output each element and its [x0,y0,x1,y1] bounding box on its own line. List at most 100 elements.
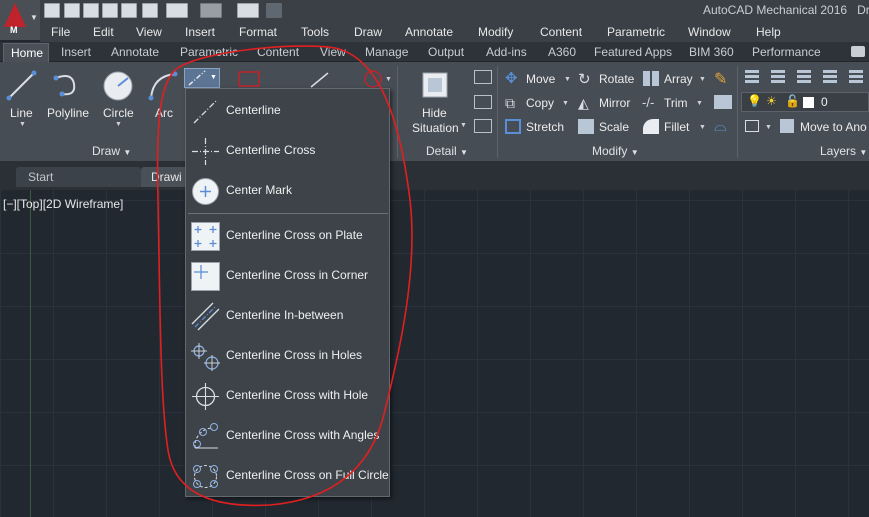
ribbon-minimize-icon[interactable] [851,46,865,57]
menu-help[interactable]: Help [756,25,781,39]
open-folder-icon[interactable] [64,3,80,18]
move-button[interactable]: Move [526,72,555,86]
viewport-controls[interactable]: [−][Top][2D Wireframe] [3,197,123,211]
tab-output[interactable]: Output [428,45,464,59]
drawing-canvas[interactable] [0,190,869,517]
menu-item-cross-with-angles[interactable]: Centerline Cross with Angles [186,417,389,455]
menu-item-cross-with-hole[interactable]: Centerline Cross with Hole [186,377,389,415]
arc-button-label[interactable]: Arc [155,106,173,120]
hide-label[interactable]: Hide [422,106,447,120]
leader-icon[interactable] [308,70,332,90]
menu-file[interactable]: File [51,25,70,39]
situation-label[interactable]: Situation [412,121,459,135]
tab-content[interactable]: Content [257,45,299,59]
layer-isolate-icon[interactable] [797,70,811,85]
menu-item-center-mark[interactable]: Center Mark [186,172,389,210]
match-properties-icon[interactable]: ✎ [714,69,727,89]
tab-performance[interactable]: Performance [752,45,821,59]
draw-panel-title[interactable]: Draw ▼ [92,144,131,158]
menu-tools[interactable]: Tools [301,25,329,39]
detail-view-icon[interactable] [474,70,492,84]
tab-bim-360[interactable]: BIM 360 [689,45,734,59]
polyline-button-label[interactable]: Polyline [47,106,89,120]
menu-insert[interactable]: Insert [185,25,215,39]
chevron-down-icon[interactable]: ▼ [696,100,703,107]
application-menu-button[interactable]: M ▼ [0,0,40,40]
detail-settings-icon[interactable] [474,95,492,109]
tab-annotate[interactable]: Annotate [111,45,159,59]
stretch-button[interactable]: Stretch [526,120,564,134]
layer-dropdown[interactable]: 💡 ☀ 🔓 0 [741,92,869,112]
layer-freeze-icon[interactable] [823,70,837,85]
layer-properties-icon[interactable] [745,70,759,85]
detail-refresh-icon[interactable] [474,119,492,133]
menu-modify[interactable]: Modify [478,25,513,39]
tab-insert[interactable]: Insert [61,45,91,59]
tab-manage[interactable]: Manage [365,45,408,59]
menu-item-centerline[interactable]: Centerline [186,92,389,130]
circle-button-label[interactable]: Circle [103,106,134,120]
scale-button[interactable]: Scale [599,120,629,134]
tab-add-ins[interactable]: Add-ins [486,45,527,59]
make-current-icon[interactable] [745,120,759,132]
chevron-down-icon[interactable]: ▼ [19,121,26,128]
menu-draw[interactable]: Draw [354,25,382,39]
menu-item-in-between[interactable]: Centerline In-between [186,297,389,335]
explode-icon[interactable] [714,95,732,109]
new-file-icon[interactable] [44,3,60,18]
menu-annotate[interactable]: Annotate [405,25,453,39]
print-icon[interactable] [142,3,158,18]
modify-panel-title[interactable]: Modify ▼ [592,144,639,158]
menu-view[interactable]: View [136,25,162,39]
doc-tab-start[interactable]: Start [16,167,141,187]
tab-a360[interactable]: A360 [548,45,576,59]
line-icon[interactable] [6,70,38,102]
layer-state-icon[interactable] [771,70,785,85]
tab-featured-apps[interactable]: Featured Apps [594,45,672,59]
tab-home[interactable]: Home [3,43,49,62]
polyline-icon[interactable] [52,70,86,102]
arc-icon[interactable] [147,70,181,102]
line-button-label[interactable]: Line [10,106,33,120]
tab-parametric[interactable]: Parametric [180,45,238,59]
save-as-icon[interactable] [102,3,118,18]
copy-button[interactable]: Copy [526,96,554,110]
menu-parametric[interactable]: Parametric [607,25,665,39]
array-button[interactable]: Array [664,72,693,86]
menu-item-cross-in-corner[interactable]: Centerline Cross in Corner [186,257,389,295]
menu-item-cross-on-plate[interactable]: Centerline Cross on Plate [186,217,389,255]
rotate-button[interactable]: Rotate [599,72,634,86]
chevron-down-icon[interactable]: ▼ [460,122,467,129]
menu-item-centerline-cross[interactable]: Centerline Cross [186,132,389,170]
chevron-down-icon[interactable]: ▼ [115,121,122,128]
menu-format[interactable]: Format [239,25,277,39]
menu-item-cross-in-holes[interactable]: Centerline Cross in Holes [186,337,389,375]
tab-view[interactable]: View [320,45,346,59]
chevron-down-icon[interactable]: ▼ [699,76,706,83]
trim-button[interactable]: Trim [664,96,688,110]
menu-item-cross-on-full-circle[interactable]: Centerline Cross on Full Circle [186,457,389,495]
circle-icon[interactable] [102,70,134,102]
chevron-down-icon[interactable]: ▼ [699,124,706,131]
save-icon[interactable] [83,3,99,18]
menu-edit[interactable]: Edit [93,25,114,39]
detail-panel-title[interactable]: Detail ▼ [426,144,468,158]
menu-content[interactable]: Content [540,25,582,39]
centerline-split-button[interactable]: ▼ [184,68,220,88]
layers-panel-title[interactable]: Layers ▼ [820,144,867,158]
chevron-down-icon[interactable]: ▼ [564,76,571,83]
customize-quick-access-icon[interactable] [266,3,282,18]
plot-icon[interactable] [121,3,137,18]
offset-icon[interactable]: ⌓ [714,118,727,136]
move-to-annotation-button[interactable]: Move to Ano [800,120,867,134]
hide-situation-icon[interactable] [420,70,452,102]
symbol-icon[interactable]: ▼ [362,68,392,90]
fillet-button[interactable]: Fillet [664,120,689,134]
workspace-icon[interactable] [237,3,259,18]
chevron-down-icon[interactable]: ▼ [765,124,772,131]
layer-off-icon[interactable] [849,70,863,85]
chevron-down-icon[interactable]: ▼ [562,100,569,107]
menu-window[interactable]: Window [688,25,731,39]
move-view-icon[interactable] [233,68,267,90]
redo-icon[interactable] [200,3,222,18]
